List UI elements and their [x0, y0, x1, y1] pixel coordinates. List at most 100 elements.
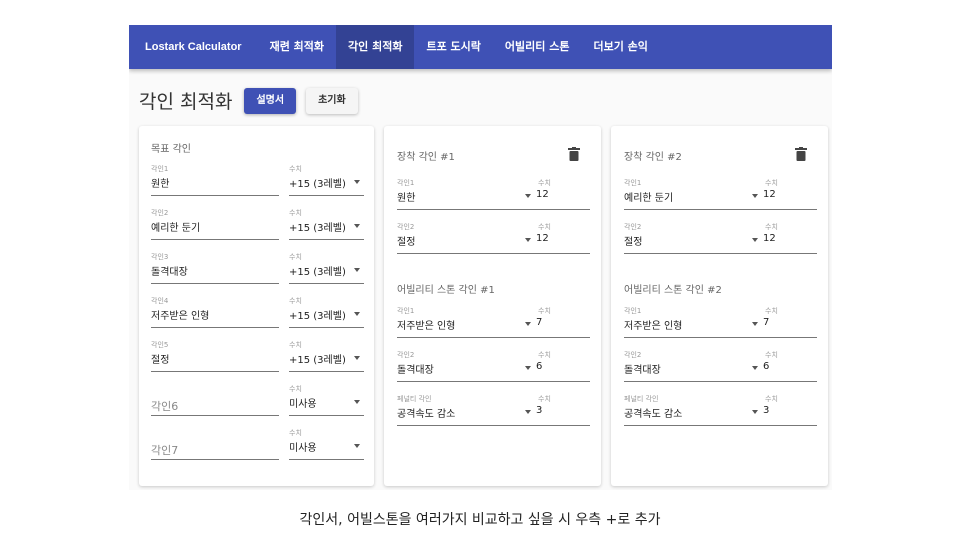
- level-select[interactable]: 수치 +15 (3레벨): [289, 340, 364, 372]
- dropdown-arrow-icon: [752, 194, 758, 198]
- engraving-value: 돌격대장: [151, 267, 188, 278]
- level-select[interactable]: 수치 +15 (3레벨): [289, 296, 364, 328]
- nav-ability-stone[interactable]: 어빌리티 스톤: [493, 25, 582, 69]
- level-label: 수치: [289, 429, 302, 437]
- level-select[interactable]: 수치 12: [749, 178, 817, 210]
- engraving-label: 각인2: [624, 223, 642, 231]
- level-select[interactable]: 수치 12: [522, 222, 590, 254]
- engraving-select[interactable]: 각인6: [151, 384, 279, 416]
- level-label: 수치: [289, 253, 302, 261]
- engraving-value: 저주받은 인형: [624, 321, 683, 332]
- dropdown-arrow-icon: [752, 322, 758, 326]
- level-select[interactable]: 수치 7: [522, 306, 590, 338]
- level-select[interactable]: 수치 미사용: [289, 384, 364, 416]
- trash-icon[interactable]: [795, 147, 807, 161]
- dropdown-arrow-icon: [354, 400, 360, 404]
- engraving-value: 공격속도 감소: [397, 409, 456, 420]
- level-value: +15 (3레벨): [289, 311, 346, 322]
- level-value: 미사용: [289, 443, 317, 454]
- engraving-select[interactable]: 각인1 저주받은 인형: [397, 306, 522, 338]
- engraving-placeholder: 각인6: [151, 400, 179, 413]
- level-label: 수치: [538, 351, 551, 359]
- level-label: 수치: [765, 223, 778, 231]
- level-select[interactable]: 수치 +15 (3레벨): [289, 164, 364, 196]
- engraving-label: 각인5: [151, 341, 169, 349]
- level-select[interactable]: 수치 +15 (3레벨): [289, 208, 364, 240]
- engraving-select[interactable]: 각인2 예리한 둔기: [151, 208, 279, 240]
- brand-link[interactable]: Lostark Calculator: [139, 41, 248, 53]
- level-value: +15 (3레벨): [289, 355, 346, 366]
- engraving-select[interactable]: 페널티 각인 공격속도 감소: [397, 394, 522, 426]
- level-select[interactable]: 수치 +15 (3레벨): [289, 252, 364, 284]
- engraving-value: 예리한 둔기: [624, 193, 674, 204]
- level-label: 수치: [765, 307, 778, 315]
- level-label: 수치: [289, 341, 302, 349]
- engraving-select[interactable]: 각인1 원한: [151, 164, 279, 196]
- level-value: 12: [763, 233, 776, 244]
- level-select[interactable]: 수치 7: [749, 306, 817, 338]
- dropdown-arrow-icon: [354, 268, 360, 272]
- engraving-label: 각인4: [151, 297, 169, 305]
- equip-title-1: 장착 각인 #1: [397, 152, 455, 163]
- top-navbar: Lostark Calculator 재련 최적화 각인 최적화 트포 도시락 …: [129, 25, 832, 69]
- level-value: 미사용: [289, 399, 317, 410]
- engraving-label: 각인2: [397, 223, 415, 231]
- level-select[interactable]: 수치 12: [749, 222, 817, 254]
- equip-title-2: 장착 각인 #2: [624, 152, 682, 163]
- engraving-value: 원한: [151, 179, 170, 190]
- engraving-select[interactable]: 각인1 원한: [397, 178, 522, 210]
- engraving-select[interactable]: 각인2 돌격대장: [624, 350, 749, 382]
- manual-button[interactable]: 설명서: [244, 87, 297, 114]
- engraving-select[interactable]: 각인1 저주받은 인형: [624, 306, 749, 338]
- nav-refining[interactable]: 재련 최적화: [258, 25, 336, 69]
- engraving-select[interactable]: 각인2 돌격대장: [397, 350, 522, 382]
- dropdown-arrow-icon: [525, 410, 531, 414]
- level-select[interactable]: 수치 12: [522, 178, 590, 210]
- engraving-label: 페널티 각인: [624, 395, 659, 403]
- engraving-value: 예리한 둔기: [151, 223, 201, 234]
- level-select[interactable]: 수치 6: [749, 350, 817, 382]
- engraving-label: 각인2: [397, 351, 415, 359]
- engraving-select[interactable]: 각인3 돌격대장: [151, 252, 279, 284]
- level-value: 6: [536, 361, 543, 372]
- nav-more-profit[interactable]: 더보기 손익: [581, 25, 659, 69]
- nav-engraving[interactable]: 각인 최적화: [336, 25, 415, 69]
- engraving-select[interactable]: 각인7: [151, 428, 279, 460]
- level-value: +15 (3레벨): [289, 179, 346, 190]
- trash-icon[interactable]: [568, 147, 580, 161]
- option-card-2: 장착 각인 #2 어빌리티 스톤 각인 #2 각인1 예리한 둔기 수치 12 각인2 절…: [611, 126, 828, 486]
- level-label: 수치: [289, 209, 302, 217]
- reset-button[interactable]: 초기화: [306, 87, 358, 114]
- engraving-value: 절정: [397, 237, 416, 248]
- level-label: 수치: [765, 395, 778, 403]
- target-card-title: 목표 각인: [151, 144, 191, 155]
- level-select[interactable]: 수치 6: [522, 350, 590, 382]
- level-select[interactable]: 수치미사용: [289, 428, 364, 460]
- engraving-label: 각인2: [151, 209, 169, 217]
- level-label: 수치: [538, 223, 551, 231]
- engraving-label: 각인1: [624, 179, 642, 187]
- engraving-placeholder: 각인7: [151, 444, 179, 457]
- level-select[interactable]: 수치 3: [749, 394, 817, 426]
- engraving-label: 각인3: [151, 253, 169, 261]
- level-label: 수치: [289, 165, 302, 173]
- nav-tripod[interactable]: 트포 도시락: [414, 25, 492, 69]
- engraving-label: 각인1: [624, 307, 642, 315]
- stone-title-1: 어빌리티 스톤 각인 #1: [397, 285, 495, 296]
- level-label: 수치: [765, 351, 778, 359]
- level-select[interactable]: 수치 3: [522, 394, 590, 426]
- level-value: 3: [763, 405, 770, 416]
- dropdown-arrow-icon: [354, 180, 360, 184]
- engraving-select[interactable]: 각인1 예리한 둔기: [624, 178, 749, 210]
- level-value: +15 (3레벨): [289, 267, 346, 278]
- level-label: 수치: [765, 179, 778, 187]
- dropdown-arrow-icon: [354, 224, 360, 228]
- engraving-select[interactable]: 각인2 절정: [624, 222, 749, 254]
- engraving-select[interactable]: 페널티 각인 공격속도 감소: [624, 394, 749, 426]
- level-value: 6: [763, 361, 770, 372]
- engraving-select[interactable]: 각인5 절정: [151, 340, 279, 372]
- engraving-select[interactable]: 각인2 절정: [397, 222, 522, 254]
- dropdown-arrow-icon: [525, 194, 531, 198]
- dropdown-arrow-icon: [354, 312, 360, 316]
- engraving-select[interactable]: 각인4 저주받은 인형: [151, 296, 279, 328]
